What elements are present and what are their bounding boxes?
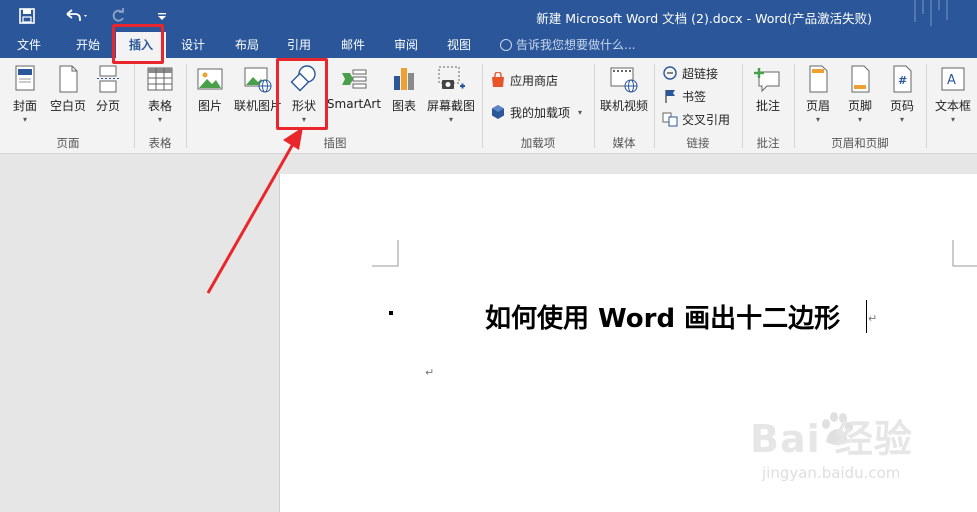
watermark-brand: Bai 经验 [750,417,913,461]
watermark-url: jingyan.baidu.com [762,464,901,482]
